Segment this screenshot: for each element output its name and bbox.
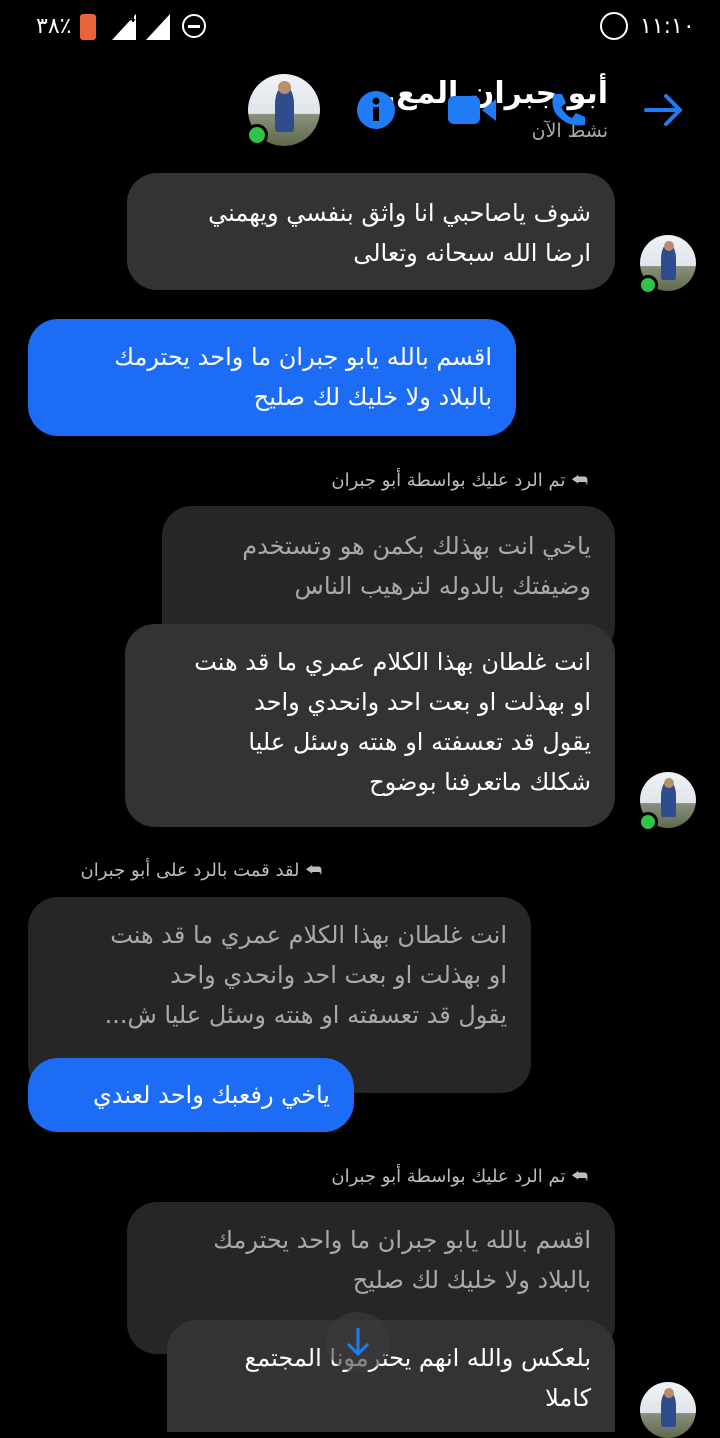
reply-indicator: ⮪ تم الرد عليك بواسطة أبو جبران bbox=[331, 1166, 588, 1187]
message-line: شوف ياصاحبي انا واثق بنفسي ويهمني bbox=[208, 199, 591, 227]
received-message[interactable]: بلعكس والله انهم يحترمونا المجتمع كاملا bbox=[167, 1320, 615, 1432]
message-text: ياخي رفعبك واحد لعندي bbox=[92, 1081, 330, 1109]
reply-arrow-icon: ⮪ bbox=[571, 470, 588, 491]
status-bar: ٣٨٪ 4G ١١:١٠ bbox=[0, 0, 720, 56]
reply-indicator: ⮪ تم الرد عليك بواسطة أبو جبران bbox=[331, 470, 588, 491]
message-line: انت غلطان بهذا الكلام عمري ما قد هنت bbox=[110, 921, 507, 949]
info-icon bbox=[357, 91, 395, 129]
arrow-down-icon bbox=[346, 1328, 370, 1357]
online-indicator bbox=[638, 812, 658, 832]
battery-icon bbox=[80, 14, 96, 40]
phone-icon bbox=[552, 94, 585, 126]
chat-header: أبو جبران المع... نشط الآن bbox=[0, 56, 720, 166]
voice-call-button[interactable] bbox=[548, 90, 588, 134]
online-indicator bbox=[246, 124, 268, 146]
message-line: اقسم بالله يابو جبران ما واحد يحترمك bbox=[213, 1226, 591, 1254]
battery-percent: ٣٨٪ bbox=[36, 14, 72, 39]
message-line: شكلك ماتعرفنا بوضوح bbox=[369, 768, 591, 796]
reply-label: تم الرد عليك بواسطة أبو جبران bbox=[331, 1166, 566, 1187]
online-indicator bbox=[638, 275, 658, 295]
sender-avatar[interactable] bbox=[640, 1382, 696, 1438]
reply-indicator: ⮪ لقد قمت بالرد على أبو جبران bbox=[81, 860, 322, 881]
message-line: بالبلاد ولا خليك لك صليح bbox=[352, 1266, 591, 1294]
received-message[interactable]: انت غلطان بهذا الكلام عمري ما قد هنت او … bbox=[125, 624, 615, 827]
message-line: ارضا الله سبحانه وتعالى bbox=[353, 239, 591, 267]
message-line: يقول قد تعسفته او هنته وسئل عليا ش... bbox=[104, 1001, 507, 1029]
scroll-to-bottom-button[interactable] bbox=[326, 1312, 390, 1372]
reply-label: لقد قمت بالرد على أبو جبران bbox=[80, 860, 300, 881]
received-message[interactable]: شوف ياصاحبي انا واثق بنفسي ويهمني ارضا ا… bbox=[127, 173, 615, 290]
message-line: وضيفتك بالدوله لترهيب الناس bbox=[294, 572, 591, 600]
info-button[interactable] bbox=[356, 90, 396, 134]
reply-arrow-icon: ⮪ bbox=[305, 860, 322, 881]
arrow-right-icon bbox=[644, 94, 682, 126]
message-line: بالبلاد ولا خليك لك صليح bbox=[253, 383, 492, 411]
message-line: او بهذلت او بعت احد وانحدي واحد bbox=[170, 961, 507, 989]
sent-message[interactable]: اقسم بالله يابو جبران ما واحد يحترمك بال… bbox=[28, 319, 516, 436]
whatsapp-icon bbox=[600, 12, 628, 40]
clock: ١١:١٠ bbox=[640, 14, 695, 39]
reply-arrow-icon: ⮪ bbox=[571, 1166, 588, 1187]
video-call-button[interactable] bbox=[448, 94, 496, 130]
network-type: 4G bbox=[128, 12, 145, 25]
message-line: انت غلطان بهذا الكلام عمري ما قد هنت bbox=[194, 648, 591, 676]
message-line: كاملا bbox=[545, 1384, 591, 1412]
forward-button[interactable] bbox=[644, 92, 684, 132]
message-line: يقول قد تعسفته او هنته وسئل عليا bbox=[248, 728, 591, 756]
message-line: بلعكس والله انهم يحترمونا المجتمع bbox=[244, 1344, 591, 1372]
reply-label: تم الرد عليك بواسطة أبو جبران bbox=[331, 470, 566, 491]
sent-message[interactable]: ياخي رفعبك واحد لعندي bbox=[28, 1058, 354, 1132]
message-line: او بهذلت او بعت احد وانحدي واحد bbox=[254, 688, 591, 716]
message-line: ياخي انت بهذلك بكمن هو وتستخدم bbox=[242, 532, 591, 560]
message-line: اقسم بالله يابو جبران ما واحد يحترمك bbox=[114, 343, 492, 371]
do-not-disturb-icon bbox=[182, 14, 206, 38]
video-camera-icon bbox=[448, 96, 496, 124]
